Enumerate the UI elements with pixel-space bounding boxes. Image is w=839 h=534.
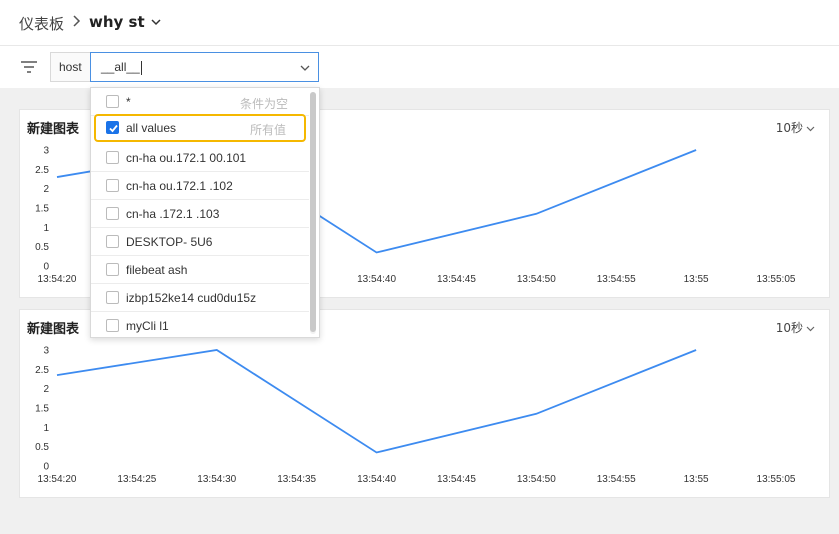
filter-icon[interactable]: [20, 60, 38, 74]
checkbox[interactable]: [106, 263, 119, 276]
chevron-down-icon: [300, 65, 310, 71]
breadcrumb-root[interactable]: 仪表板: [19, 13, 64, 34]
variable-name-label: host: [50, 52, 91, 82]
option-host[interactable]: cn-ha ou.172.1 00.101: [91, 144, 309, 172]
option-empty-condition[interactable]: * 条件为空: [91, 88, 309, 116]
x-tick-label: 13:54:25: [117, 474, 156, 485]
y-tick-label: 2: [43, 384, 49, 395]
checkbox[interactable]: [106, 291, 119, 304]
dashboard-title[interactable]: why st: [89, 13, 145, 31]
x-tick-label: 13:54:55: [597, 274, 636, 285]
checkbox[interactable]: [106, 95, 119, 108]
checkmark-icon: [109, 124, 118, 133]
y-tick-label: 0.5: [35, 442, 49, 453]
y-tick-label: 2.5: [35, 165, 49, 176]
x-tick-label: 13:54:40: [357, 274, 396, 285]
checkbox[interactable]: [106, 319, 119, 332]
y-tick-label: 1.5: [35, 204, 49, 215]
line-chart: 0 0.5 1 1.5 2 2.5 3 13:54:20 13:54:25 13:54:30 13:…: [35, 346, 796, 486]
y-tick-label: 3: [43, 346, 49, 357]
option-host[interactable]: filebeat ash: [91, 256, 309, 284]
option-label: DESKTOP- 5U6: [126, 235, 213, 249]
y-tick-label: 0.5: [35, 242, 49, 253]
option-host[interactable]: cn-ha .172.1 .103: [91, 200, 309, 228]
option-label: cn-ha ou.172.1 .102: [126, 179, 233, 193]
interval-label: 10秒: [775, 121, 803, 135]
y-tick-label: 3: [43, 146, 49, 157]
option-label: izbp152ke14 cud0du15z: [126, 291, 257, 305]
interval-select[interactable]: 10秒: [776, 119, 815, 136]
chevron-right-icon: [73, 15, 81, 27]
series-line: [56, 349, 697, 454]
scrollbar-thumb[interactable]: [310, 92, 316, 332]
x-tick-label: 13:54:55: [597, 474, 636, 485]
panel-title: 新建图表: [27, 322, 80, 337]
x-tick-label: 13:54:45: [437, 474, 476, 485]
y-tick-label: 0: [43, 262, 49, 273]
option-hint: 条件为空: [239, 97, 288, 111]
option-label: *: [126, 95, 131, 109]
option-label: cn-ha ou.172.1 00.101: [126, 151, 247, 165]
option-host[interactable]: izbp152ke14 cud0du15z: [91, 284, 309, 312]
checkbox[interactable]: [106, 235, 119, 248]
option-host[interactable]: DESKTOP- 5U6: [91, 228, 309, 256]
option-label: filebeat ash: [126, 263, 188, 277]
x-tick-label: 13:55:05: [757, 474, 796, 485]
interval-label: 10秒: [775, 321, 803, 335]
panel-title: 新建图表: [27, 122, 80, 137]
chevron-down-icon: [806, 126, 815, 132]
x-tick-label: 13:54:45: [437, 274, 476, 285]
x-tick-label: 13:54:30: [197, 474, 236, 485]
option-label: cn-ha .172.1 .103: [126, 207, 220, 221]
host-variable-select[interactable]: __all__: [90, 52, 319, 82]
option-host[interactable]: cn-ha ou.172.1 .102: [91, 172, 309, 200]
y-tick-label: 1: [43, 423, 49, 434]
variable-value: __all__: [101, 60, 140, 74]
checkbox[interactable]: [106, 151, 119, 164]
x-tick-label: 13:54:35: [277, 474, 316, 485]
x-tick-label: 13:54:40: [357, 474, 396, 485]
y-tick-label: 2: [43, 184, 49, 195]
chevron-down-icon: [806, 326, 815, 332]
x-tick-label: 13:54:20: [38, 474, 77, 485]
y-tick-label: 2.5: [35, 365, 49, 376]
text-cursor: [140, 60, 142, 75]
option-all-values[interactable]: all values 所有值: [94, 114, 306, 142]
interval-select[interactable]: 10秒: [776, 319, 815, 336]
checkbox[interactable]: [106, 207, 119, 220]
y-tick-label: 0: [43, 462, 49, 473]
y-tick-label: 1: [43, 223, 49, 234]
y-tick-label: 1.5: [35, 404, 49, 415]
variable-toolbar: host __all__: [0, 46, 839, 88]
chevron-down-icon[interactable]: [150, 16, 162, 28]
page-header: 仪表板 why st: [0, 0, 839, 46]
option-label: all values: [126, 121, 177, 135]
x-tick-label: 13:54:50: [517, 274, 556, 285]
host-options-dropdown: * 条件为空 all values 所有值 cn-ha ou.172.1 00.…: [90, 87, 320, 338]
option-host[interactable]: myCli l1: [91, 312, 309, 337]
checkbox[interactable]: [106, 179, 119, 192]
checkbox-checked[interactable]: [106, 121, 119, 134]
option-label: myCli l1: [126, 319, 169, 333]
option-hint: 所有值: [249, 123, 286, 137]
x-tick-label: 13:55: [684, 274, 709, 285]
x-tick-label: 13:54:50: [517, 474, 556, 485]
x-tick-label: 13:55: [684, 474, 709, 485]
x-tick-label: 13:54:20: [38, 274, 77, 285]
x-tick-label: 13:55:05: [757, 274, 796, 285]
